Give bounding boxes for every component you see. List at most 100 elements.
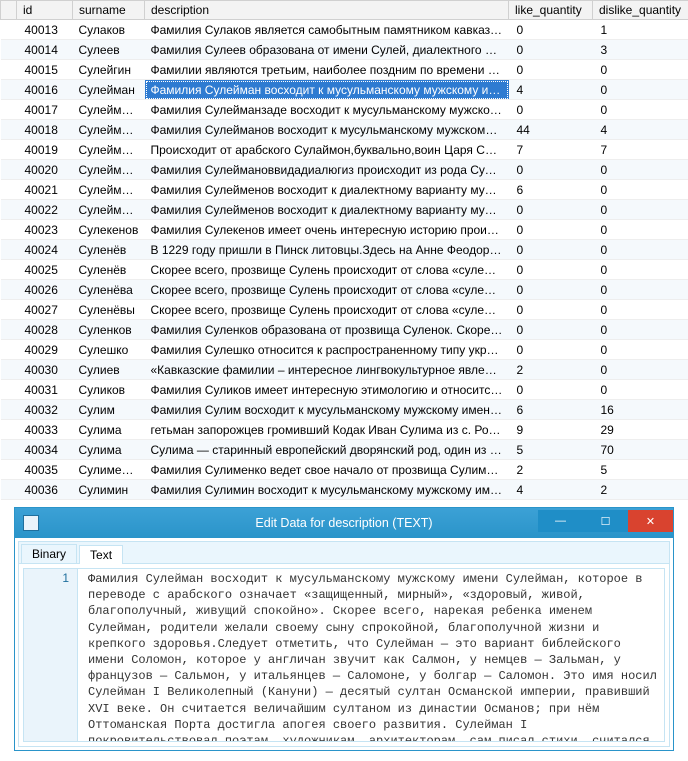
table-row[interactable]: 40023СулекеновФамилия Сулекенов имеет оч… [1, 220, 688, 240]
cell-description[interactable]: Фамилия Сулимин восходит к мусульманском… [145, 480, 509, 500]
cell-like[interactable]: 5 [509, 440, 593, 460]
cell-dislike[interactable]: 0 [593, 80, 688, 100]
cell-surname[interactable]: Сулима [73, 440, 145, 460]
cell-description[interactable]: Фамилия Сулейменов восходит к диалектном… [145, 180, 509, 200]
cell-id[interactable]: 40023 [17, 220, 73, 240]
cell-like[interactable]: 0 [509, 380, 593, 400]
table-row[interactable]: 40014СулеевФамилия Сулеев образована от … [1, 40, 688, 60]
cell-id[interactable]: 40034 [17, 440, 73, 460]
table-row[interactable]: 40028СуленковФамилия Суленков образована… [1, 320, 688, 340]
cell-description[interactable]: Фамилия Сулейменов восходит к диалектном… [145, 200, 509, 220]
cell-id[interactable]: 40014 [17, 40, 73, 60]
cell-like[interactable]: 0 [509, 340, 593, 360]
table-row[interactable]: 40022СулейменовФамилия Сулейменов восход… [1, 200, 688, 220]
cell-dislike[interactable]: 0 [593, 200, 688, 220]
minimize-button[interactable]: — [538, 510, 583, 532]
cell-surname[interactable]: Суленков [73, 320, 145, 340]
cell-id[interactable]: 40022 [17, 200, 73, 220]
cell-description[interactable]: Скорее всего, прозвище Сулень происходит… [145, 280, 509, 300]
cell-description[interactable]: Фамилия Сулеймановвидадиалюгиз происходи… [145, 160, 509, 180]
cell-description[interactable]: Фамилия Сулекенов имеет очень интересную… [145, 220, 509, 240]
cell-description[interactable]: Сулима — старинный европейский дворянски… [145, 440, 509, 460]
cell-description[interactable]: Фамилия Сулешко относится к распростране… [145, 340, 509, 360]
cell-id[interactable]: 40015 [17, 60, 73, 80]
cell-description[interactable]: Фамилия Сулейманов восходит к мусульманс… [145, 120, 509, 140]
cell-surname[interactable]: Сулимин [73, 480, 145, 500]
cell-id[interactable]: 40016 [17, 80, 73, 100]
cell-like[interactable]: 0 [509, 280, 593, 300]
cell-surname[interactable]: Сулекенов [73, 220, 145, 240]
cell-like[interactable]: 2 [509, 460, 593, 480]
cell-dislike[interactable]: 0 [593, 160, 688, 180]
cell-like[interactable]: 0 [509, 200, 593, 220]
data-grid[interactable]: id surname description like_quantity dis… [0, 0, 688, 500]
table-row[interactable]: 40016СулейманФамилия Сулейман восходит к… [1, 80, 688, 100]
cell-dislike[interactable]: 0 [593, 280, 688, 300]
cell-surname[interactable]: Сулейманов [73, 140, 145, 160]
cell-surname[interactable]: Сулеев [73, 40, 145, 60]
cell-surname[interactable]: Сулейманов [73, 120, 145, 140]
cell-id[interactable]: 40029 [17, 340, 73, 360]
cell-description[interactable]: Происходит от арабского Сулаймон,букваль… [145, 140, 509, 160]
cell-dislike[interactable]: 0 [593, 360, 688, 380]
cell-surname[interactable]: Сулейман… [73, 100, 145, 120]
cell-description[interactable]: гетьман запорожцев громивший Кодак Иван … [145, 420, 509, 440]
cell-id[interactable]: 40021 [17, 180, 73, 200]
cell-description[interactable]: Фамилия Суленков образована от прозвища … [145, 320, 509, 340]
cell-id[interactable]: 40020 [17, 160, 73, 180]
text-editor[interactable]: Фамилия Сулейман восходит к мусульманско… [78, 569, 664, 741]
cell-like[interactable]: 0 [509, 260, 593, 280]
table-row[interactable]: 40030Сулиев«Кавказские фамилии – интерес… [1, 360, 688, 380]
cell-dislike[interactable]: 3 [593, 40, 688, 60]
cell-surname[interactable]: Сулешко [73, 340, 145, 360]
cell-description[interactable]: Фамилия Сулименко ведет свое начало от п… [145, 460, 509, 480]
cell-description[interactable]: Фамилия Сулим восходит к мусульманскому … [145, 400, 509, 420]
cell-description[interactable]: Фамилия Сулаков является самобытным памя… [145, 20, 509, 40]
cell-like[interactable]: 0 [509, 160, 593, 180]
cell-surname[interactable]: Сулейман… [73, 160, 145, 180]
cell-id[interactable]: 40026 [17, 280, 73, 300]
cell-like[interactable]: 2 [509, 360, 593, 380]
cell-description[interactable]: Скорее всего, прозвище Сулень происходит… [145, 300, 509, 320]
cell-like[interactable]: 6 [509, 400, 593, 420]
cell-id[interactable]: 40013 [17, 20, 73, 40]
cell-surname[interactable]: Сулаков [73, 20, 145, 40]
cell-like[interactable]: 0 [509, 40, 593, 60]
cell-like[interactable]: 0 [509, 60, 593, 80]
tab-binary[interactable]: Binary [21, 544, 77, 563]
cell-like[interactable]: 0 [509, 240, 593, 260]
table-row[interactable]: 40025СуленёвСкорее всего, прозвище Сулен… [1, 260, 688, 280]
header-description[interactable]: description [145, 1, 509, 20]
cell-id[interactable]: 40027 [17, 300, 73, 320]
table-row[interactable]: 40019СулеймановПроисходит от арабского С… [1, 140, 688, 160]
cell-description[interactable]: Скорее всего, прозвище Сулень происходит… [145, 260, 509, 280]
cell-surname[interactable]: Сулейменов [73, 180, 145, 200]
cell-dislike[interactable]: 2 [593, 480, 688, 500]
dialog-titlebar[interactable]: Edit Data for description (TEXT) — ☐ ✕ [15, 508, 673, 538]
cell-dislike[interactable]: 29 [593, 420, 688, 440]
cell-surname[interactable]: Сулейман [73, 80, 145, 100]
table-row[interactable]: 40017Сулейман…Фамилия Сулейманзаде восхо… [1, 100, 688, 120]
table-row[interactable]: 40024СуленёвВ 1229 году пришли в Пинск л… [1, 240, 688, 260]
cell-dislike[interactable]: 0 [593, 260, 688, 280]
cell-id[interactable]: 40017 [17, 100, 73, 120]
cell-dislike[interactable]: 0 [593, 380, 688, 400]
cell-surname[interactable]: Сулейменов [73, 200, 145, 220]
cell-id[interactable]: 40028 [17, 320, 73, 340]
cell-dislike[interactable]: 0 [593, 220, 688, 240]
cell-dislike[interactable]: 4 [593, 120, 688, 140]
cell-dislike[interactable]: 16 [593, 400, 688, 420]
cell-like[interactable]: 4 [509, 80, 593, 100]
table-row[interactable]: 40013СулаковФамилия Сулаков является сам… [1, 20, 688, 40]
cell-description[interactable]: «Кавказские фамилии – интересное лингвок… [145, 360, 509, 380]
table-row[interactable]: 40032СулимФамилия Сулим восходит к мусул… [1, 400, 688, 420]
cell-surname[interactable]: Суленёв [73, 240, 145, 260]
cell-like[interactable]: 9 [509, 420, 593, 440]
cell-id[interactable]: 40024 [17, 240, 73, 260]
cell-like[interactable]: 4 [509, 480, 593, 500]
tab-text[interactable]: Text [79, 545, 123, 564]
cell-surname[interactable]: Сулим [73, 400, 145, 420]
table-row[interactable]: 40021СулейменовФамилия Сулейменов восход… [1, 180, 688, 200]
cell-id[interactable]: 40033 [17, 420, 73, 440]
cell-dislike[interactable]: 0 [593, 60, 688, 80]
